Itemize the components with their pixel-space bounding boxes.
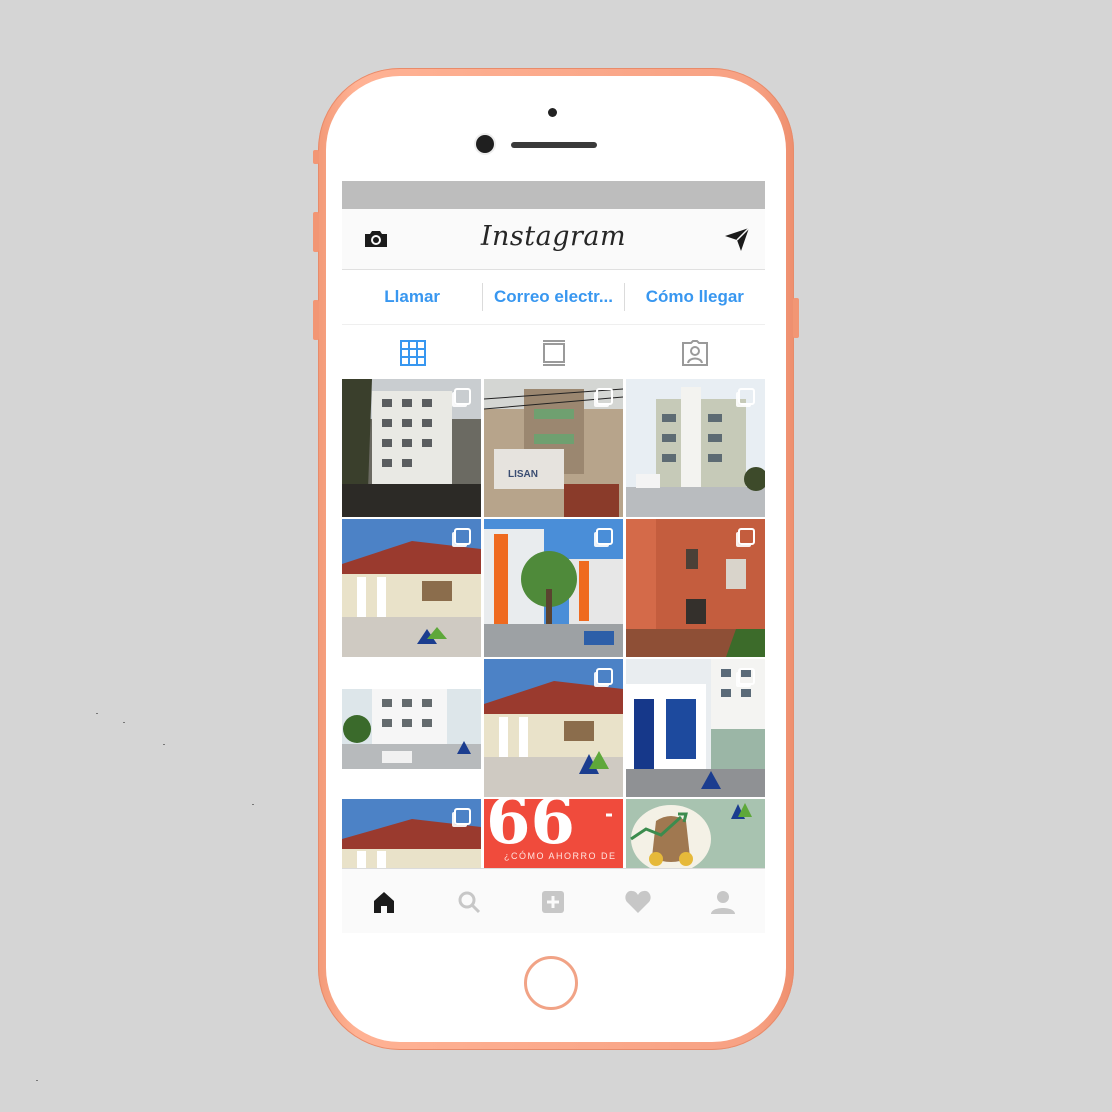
bottom-nav [342, 868, 765, 933]
directions-button[interactable]: Cómo llegar [625, 287, 765, 307]
svg-text:LISAN: LISAN [508, 469, 538, 480]
multi-photo-icon [454, 668, 471, 685]
home-button[interactable] [524, 956, 578, 1010]
home-icon [374, 891, 395, 913]
search-icon [458, 891, 480, 913]
multi-photo-icon [596, 528, 613, 545]
status-bar [342, 181, 765, 209]
instagram-logo: Instagram [480, 221, 627, 252]
phone-power-button [793, 298, 799, 338]
multi-photo-icon [454, 808, 471, 825]
svg-text:66: 66 [486, 799, 575, 859]
background-speck [163, 744, 165, 745]
multi-photo-icon [738, 668, 755, 685]
phone-screen: Instagram Llamar Correo electr... Cómo l… [342, 181, 765, 933]
post-thumbnail[interactable] [626, 659, 765, 797]
profile-action-row: Llamar Correo electr... Cómo llegar [342, 270, 765, 325]
instagram-header: Instagram [342, 209, 765, 270]
send-direct-icon[interactable] [723, 225, 751, 253]
tab-tagged[interactable] [624, 339, 765, 367]
background-speck [36, 1080, 38, 1081]
multi-photo-icon [454, 388, 471, 405]
posts-grid: LISAN 66 ¿CÓMO AHORRO DE [342, 379, 765, 868]
grid-view-icon [399, 340, 426, 366]
front-camera [476, 135, 494, 153]
multi-photo-icon [596, 668, 613, 685]
background-speck [96, 713, 98, 714]
nav-search[interactable] [427, 889, 512, 915]
background-speck [252, 804, 254, 805]
post-thumbnail[interactable] [626, 379, 765, 517]
post-thumbnail[interactable] [342, 659, 481, 797]
multi-photo-icon [596, 388, 613, 405]
phone-volume-down [313, 300, 319, 340]
nav-add[interactable] [511, 889, 596, 915]
call-button[interactable]: Llamar [342, 287, 482, 307]
tagged-view-icon [681, 340, 708, 366]
email-button[interactable]: Correo electr... [483, 287, 623, 307]
post-thumbnail[interactable] [484, 519, 623, 657]
post-thumbnail[interactable] [484, 659, 623, 797]
view-tabs [342, 325, 765, 381]
post-caption: ¿CÓMO AHORRO DE [504, 851, 617, 861]
post-thumbnail[interactable] [342, 799, 481, 868]
post-thumbnail[interactable]: 66 ¿CÓMO AHORRO DE [484, 799, 623, 868]
tab-grid[interactable] [342, 339, 483, 367]
tab-feed[interactable] [483, 339, 624, 367]
nav-activity[interactable] [596, 889, 681, 915]
post-thumbnail[interactable] [342, 379, 481, 517]
multi-photo-icon [738, 388, 755, 405]
feed-view-icon [542, 340, 565, 366]
earpiece-speaker [511, 142, 597, 148]
phone-volume-up [313, 212, 319, 252]
phone-mute-switch [313, 150, 319, 164]
post-thumbnail[interactable] [626, 519, 765, 657]
heart-icon [625, 890, 651, 913]
nav-profile[interactable] [680, 889, 765, 915]
multi-photo-icon [454, 528, 471, 545]
post-thumbnail[interactable] [626, 799, 765, 868]
post-thumbnail[interactable]: LISAN [484, 379, 623, 517]
add-post-icon [542, 890, 565, 913]
nav-home[interactable] [342, 889, 427, 915]
multi-photo-icon [738, 528, 755, 545]
proximity-sensor [548, 108, 557, 117]
post-thumbnail[interactable] [342, 519, 481, 657]
background-speck [123, 722, 125, 723]
profile-icon [710, 890, 735, 914]
